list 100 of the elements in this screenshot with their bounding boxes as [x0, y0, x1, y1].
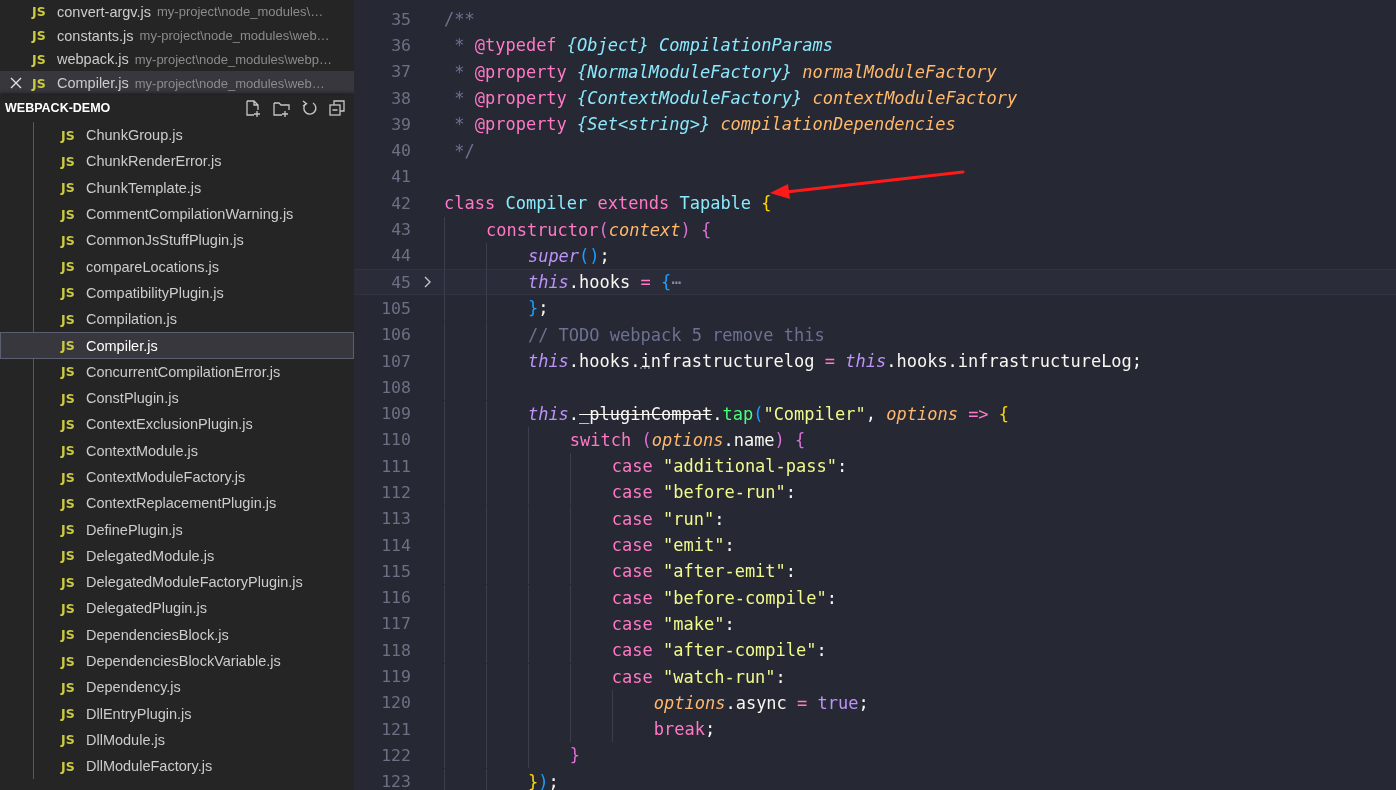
file-name: ChunkRenderError.js — [86, 153, 222, 170]
file-tree-item[interactable]: JS DelegatedPlugin.js — [0, 595, 354, 622]
js-file-icon: JS — [61, 416, 86, 432]
file-name: CommentCompilationWarning.js — [86, 206, 294, 223]
line-number: 117 — [380, 614, 411, 634]
file-name: compareLocations.js — [86, 258, 219, 275]
file-tree-item[interactable]: JS CommentCompilationWarning.js — [0, 200, 354, 228]
line-number: 38 — [390, 88, 411, 108]
js-file-icon: JS — [61, 311, 86, 327]
js-file-icon: JS — [61, 259, 86, 275]
code-line: case "make": — [444, 610, 735, 637]
file-tree-item[interactable]: JS DefinePlugin.js — [0, 516, 354, 543]
file-tree-item[interactable]: JS ChunkRenderError.js — [0, 148, 354, 175]
code-line: options.async = true; — [444, 689, 869, 716]
js-file-icon: JS — [61, 364, 86, 380]
file-tree-item[interactable]: JS DllEntryPlugin.js — [0, 700, 354, 727]
explorer-title: WEBPACK-DEMO — [5, 101, 111, 115]
file-name: ContextReplacementPlugin.js — [86, 495, 277, 512]
js-file-icon: JS — [61, 390, 86, 406]
expand-chevron-icon[interactable] — [422, 275, 433, 290]
file-tree-item[interactable]: JS compareLocations.js — [0, 253, 354, 280]
line-number: 115 — [380, 561, 411, 581]
file-tree-item[interactable]: JS DllModuleFactory.js — [0, 753, 354, 780]
file-name: DllModuleFactory.js — [86, 758, 213, 775]
line-number: 119 — [380, 667, 411, 687]
file-path: my-project\node_modules\web… — [139, 28, 330, 44]
file-tree-item[interactable]: JS CommonJsStuffPlugin.js — [0, 227, 354, 254]
file-tree-item[interactable]: JS DependenciesBlockVariable.js — [0, 647, 354, 675]
js-file-icon: JS — [32, 75, 57, 91]
close-icon[interactable] — [10, 77, 22, 90]
open-editor-item[interactable]: JS webpack.js my-project\node_modules\webp… — [0, 47, 354, 72]
line-number: 114 — [380, 535, 411, 555]
open-editor-item[interactable]: JS Compiler.js my-project\node_modules\web… — [0, 71, 354, 95]
collapse-all-icon[interactable] — [328, 99, 346, 117]
file-tree-item[interactable]: JS DllModule.js — [0, 726, 354, 754]
js-file-icon: JS — [32, 4, 57, 20]
js-file-icon: JS — [61, 127, 86, 143]
js-file-icon: JS — [32, 28, 57, 44]
js-file-icon: JS — [61, 548, 86, 564]
file-name: Dependency.js — [86, 679, 181, 696]
line-number: 37 — [390, 62, 411, 82]
code-line: } — [444, 742, 581, 769]
code-line: /** — [444, 9, 475, 30]
file-name: constants.js — [57, 27, 134, 44]
file-tree-item[interactable]: JS ConstPlugin.js — [0, 384, 354, 412]
code-line: this._pluginCompat.tap("Compiler", options => { — [444, 400, 1010, 427]
file-tree-item[interactable]: JS DelegatedModuleFactoryPlugin.js — [0, 569, 354, 596]
file-tree-item[interactable]: JS DelegatedModule.js — [0, 542, 354, 570]
file-tree-item[interactable]: JS ContextModuleFactory.js — [0, 463, 354, 491]
js-file-icon: JS — [61, 495, 86, 511]
line-number: 118 — [380, 640, 411, 660]
file-tree-item[interactable]: JS ContextExclusionPlugin.js — [0, 411, 354, 438]
code-line: * @typedef {Object} CompilationParams — [453, 35, 833, 56]
line-number: 39 — [390, 114, 411, 134]
line-number: 107 — [380, 351, 411, 371]
line-number: 113 — [380, 509, 411, 529]
js-file-icon: JS — [61, 653, 86, 669]
file-tree-item[interactable]: JS ChunkGroup.js — [0, 122, 354, 149]
js-file-icon: JS — [61, 706, 86, 722]
line-number: 36 — [390, 35, 411, 55]
line-number: 111 — [380, 456, 411, 476]
code-line: * @property {ContextModuleFactory} contextModuleFactory — [453, 88, 1018, 109]
code-line: case "run": — [444, 505, 725, 532]
code-line: case "additional-pass": — [444, 453, 848, 480]
code-line: }; — [444, 295, 549, 322]
line-number: 35 — [390, 9, 411, 29]
file-tree-item[interactable]: JS ConcurrentCompilationError.js — [0, 358, 354, 385]
open-editor-item[interactable]: JS constants.js my-project\node_modules\web… — [0, 23, 354, 48]
code-line: case "watch-run": — [444, 663, 786, 690]
open-editor-item[interactable]: JS convert-argv.js my-project\node_modules\… — [0, 0, 354, 24]
new-folder-icon[interactable] — [272, 99, 290, 117]
file-tree-item[interactable]: JS Compiler.js — [0, 332, 354, 359]
line-number: 121 — [380, 719, 411, 739]
js-file-icon: JS — [61, 574, 86, 590]
file-name: Compiler.js — [86, 337, 158, 354]
file-tree-item[interactable]: JS Dependency.js — [0, 674, 354, 701]
file-name: DelegatedModuleFactoryPlugin.js — [86, 574, 303, 591]
file-tree-item[interactable]: JS ContextReplacementPlugin.js — [0, 490, 354, 517]
file-name: Compiler.js — [57, 75, 129, 92]
js-file-icon: JS — [61, 732, 86, 748]
code-line: */ — [453, 140, 475, 161]
code-line: switch (options.name) { — [444, 426, 806, 453]
refresh-icon[interactable] — [300, 99, 318, 117]
code-line: case "after-compile": — [444, 637, 827, 664]
file-name: DelegatedPlugin.js — [86, 600, 207, 617]
file-name: DllEntryPlugin.js — [86, 705, 192, 722]
new-file-icon[interactable] — [244, 99, 262, 117]
file-tree-item[interactable]: JS ChunkTemplate.js — [0, 174, 354, 201]
line-number: 42 — [390, 193, 411, 213]
file-name: DependenciesBlock.js — [86, 626, 229, 643]
js-file-icon: JS — [61, 469, 86, 485]
file-name: ContextModule.js — [86, 442, 199, 459]
file-tree-item[interactable]: JS CompatibilityPlugin.js — [0, 279, 354, 307]
file-tree-item[interactable]: JS Compilation.js — [0, 306, 354, 333]
code-line: case "emit": — [444, 532, 735, 559]
file-tree-item[interactable]: JS ContextModule.js — [0, 437, 354, 464]
line-number: 40 — [390, 141, 411, 161]
line-number: 120 — [380, 693, 411, 713]
code-line: class Compiler extends Tapable { — [444, 193, 772, 214]
file-tree-item[interactable]: JS DependenciesBlock.js — [0, 621, 354, 648]
